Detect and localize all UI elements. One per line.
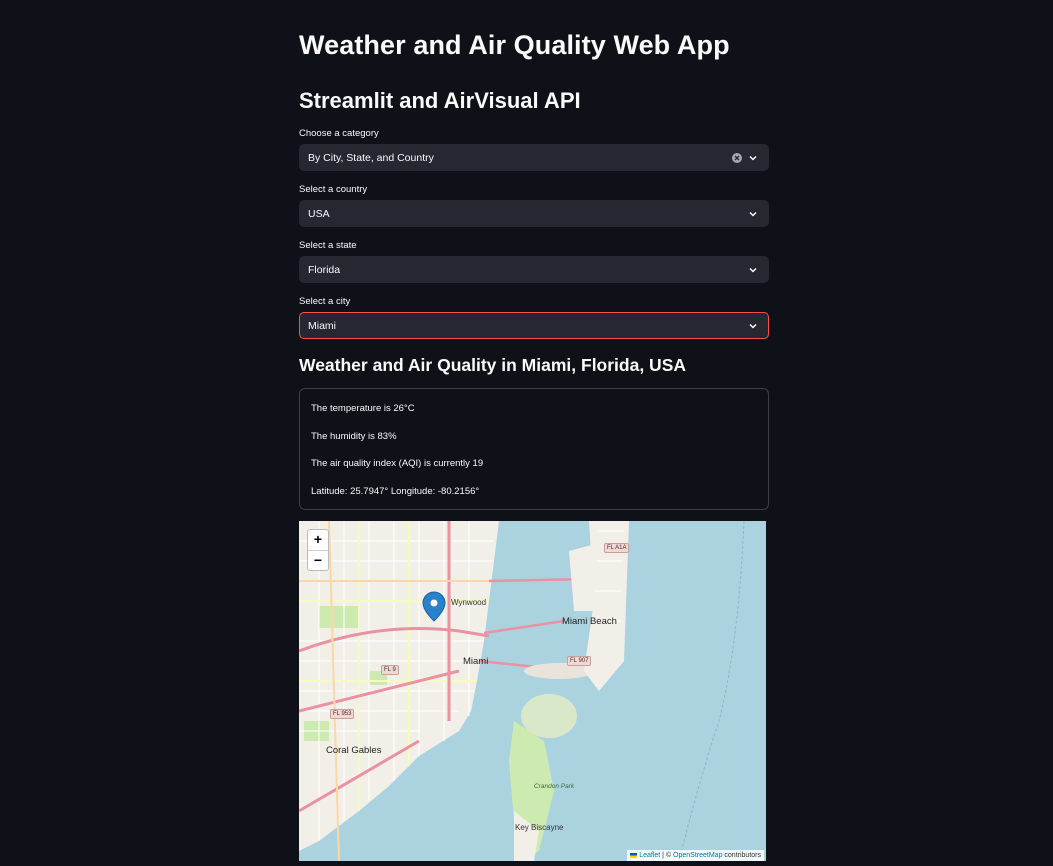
map-attribution: Leaflet | © OpenStreetMap contributors xyxy=(627,850,764,861)
map-tiles xyxy=(299,521,745,861)
map-label-wynwood: Wynwood xyxy=(451,598,487,607)
clear-icon[interactable] xyxy=(732,153,742,163)
state-select[interactable]: Florida xyxy=(299,256,769,283)
city-value: Miami xyxy=(308,320,336,332)
zoom-in-button[interactable]: + xyxy=(308,530,328,549)
aqi-text: The air quality index (AQI) is currently… xyxy=(311,458,484,469)
temperature-text: The temperature is 26°C xyxy=(311,403,415,414)
map-label-miami-beach: Miami Beach xyxy=(562,616,617,627)
map-label-miami: Miami xyxy=(463,656,489,667)
state-value: Florida xyxy=(308,264,341,276)
highway-badge: FL A1A xyxy=(604,543,630,553)
country-select[interactable]: USA xyxy=(299,200,769,227)
osm-link[interactable]: OpenStreetMap xyxy=(673,852,722,859)
highway-badge: FL 9 xyxy=(381,665,399,675)
results-box: The temperature is 26°C The humidity is … xyxy=(299,388,769,510)
highway-badge: FL 953 xyxy=(330,709,355,719)
map-label-key-biscayne: Key Biscayne xyxy=(515,823,564,832)
humidity-text: The humidity is 83% xyxy=(311,431,397,442)
chevron-down-icon xyxy=(749,211,757,217)
highway-badge: FL 907 xyxy=(567,656,592,666)
map-label-coral-gables: Coral Gables xyxy=(326,745,382,756)
app-subtitle: Streamlit and AirVisual API xyxy=(299,88,581,113)
app-title: Weather and Air Quality Web App xyxy=(299,30,730,60)
chevron-down-icon xyxy=(749,155,757,161)
coordinates-text: Latitude: 25.7947° Longitude: -80.2156° xyxy=(311,486,480,497)
category-select[interactable]: By City, State, and Country xyxy=(299,144,769,171)
category-label: Choose a category xyxy=(299,128,379,139)
country-label: Select a country xyxy=(299,184,368,195)
zoom-out-button[interactable]: − xyxy=(308,550,328,570)
results-title: Weather and Air Quality in Miami, Florid… xyxy=(299,355,687,375)
attribution-separator: | © xyxy=(660,852,674,859)
category-value: By City, State, and Country xyxy=(308,152,434,164)
attribution-contributors: contributors xyxy=(722,852,761,859)
state-label: Select a state xyxy=(299,240,357,251)
chevron-down-icon xyxy=(749,267,757,273)
city-select[interactable]: Miami xyxy=(299,312,769,339)
leaflet-link[interactable]: Leaflet xyxy=(639,852,660,859)
ukraine-flag-icon xyxy=(630,852,638,858)
zoom-control: + − xyxy=(307,529,329,571)
map[interactable]: Wynwood Miami Miami Beach Coral Gables K… xyxy=(299,521,766,861)
country-value: USA xyxy=(308,208,330,220)
city-label: Select a city xyxy=(299,296,351,307)
chevron-down-icon xyxy=(749,323,757,329)
map-label-crandon-park: Crandon Park xyxy=(534,783,575,790)
